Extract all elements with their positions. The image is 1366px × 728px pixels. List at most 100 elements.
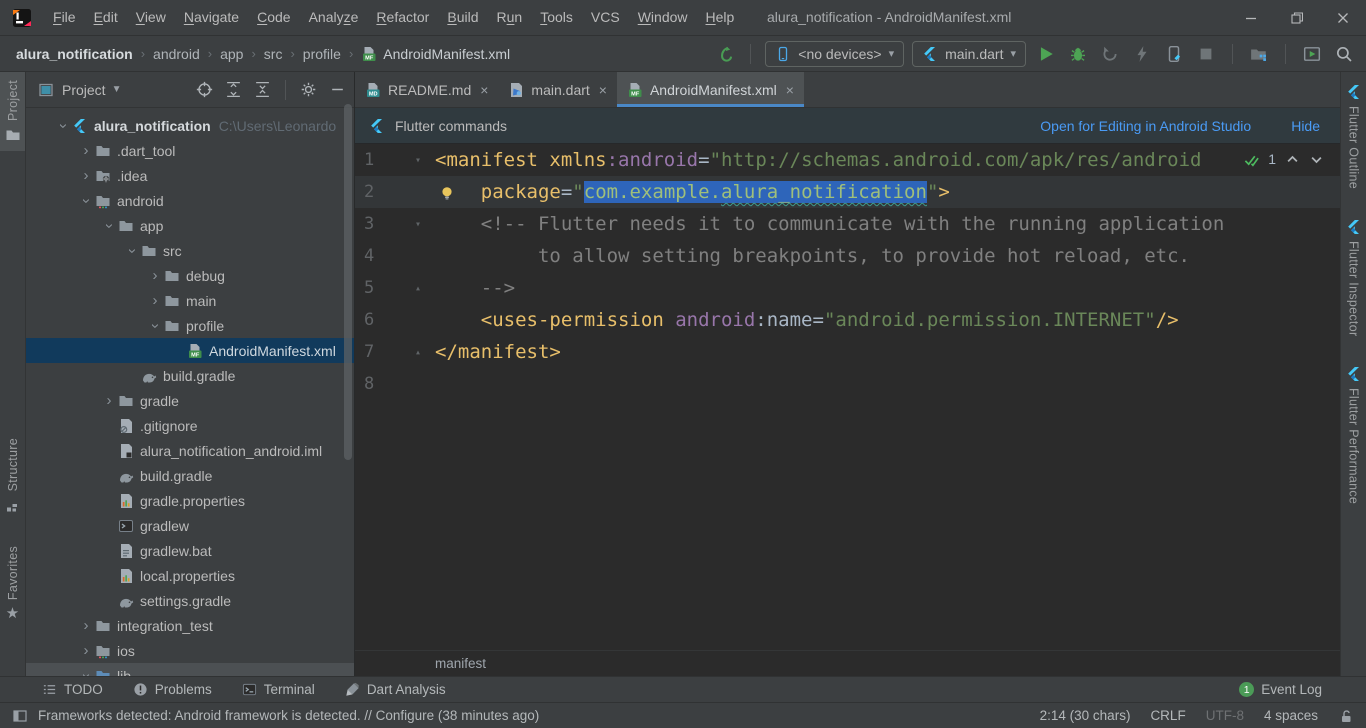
- menu-view[interactable]: View: [127, 0, 175, 35]
- tree-item-gradlew.bat[interactable]: gradlew.bat: [26, 538, 354, 563]
- stripe-button-project[interactable]: Project: [0, 72, 25, 151]
- tree-chevron-icon[interactable]: ›: [148, 317, 162, 335]
- tree-chevron-icon[interactable]: ›: [77, 169, 95, 183]
- breadcrumb-alura_notification[interactable]: alura_notification: [16, 46, 133, 62]
- stripe-button-flutter-performance[interactable]: Flutter Performance: [1341, 358, 1366, 512]
- tree-chevron-icon[interactable]: ›: [125, 242, 139, 260]
- tree-item-src[interactable]: ›src: [26, 238, 354, 263]
- encoding-widget[interactable]: UTF-8: [1206, 708, 1244, 723]
- flutter-attach-icon[interactable]: [712, 42, 736, 66]
- menu-help[interactable]: Help: [697, 0, 744, 35]
- tool-window-terminal[interactable]: Terminal: [242, 682, 315, 697]
- fold-marker-icon[interactable]: ▾: [412, 219, 424, 230]
- tool-window-dart-analysis[interactable]: Dart Analysis: [345, 682, 446, 697]
- tree-item-build.gradle[interactable]: build.gradle: [26, 463, 354, 488]
- breadcrumb-src[interactable]: src: [264, 46, 283, 62]
- run-config-selector[interactable]: main.dart ▾: [912, 41, 1026, 67]
- breadcrumb-profile[interactable]: profile: [303, 46, 341, 62]
- tree-item-integration_test[interactable]: ›integration_test: [26, 613, 354, 638]
- chevron-down-icon[interactable]: ▼: [112, 84, 122, 95]
- project-tree-scrollbar[interactable]: [344, 104, 352, 460]
- tab-main.dart[interactable]: main.dart×: [498, 72, 617, 107]
- tree-item-build.gradle[interactable]: build.gradle: [26, 363, 354, 388]
- tree-item-.dart_tool[interactable]: ›.dart_tool: [26, 138, 354, 163]
- fold-marker-icon[interactable]: ▴: [412, 283, 424, 294]
- restore-button[interactable]: [1274, 0, 1320, 35]
- tree-chevron-icon[interactable]: ›: [146, 269, 164, 283]
- tree-item-.idea[interactable]: ›.idea: [26, 163, 354, 188]
- tree-item-local.properties[interactable]: local.properties: [26, 563, 354, 588]
- debug-button[interactable]: [1066, 42, 1090, 66]
- tab-close-icon[interactable]: ×: [480, 82, 488, 98]
- tree-item-lib[interactable]: ›lib: [26, 663, 354, 676]
- stripe-button-flutter-inspector[interactable]: Flutter Inspector: [1341, 211, 1366, 344]
- tree-item-.gitignore[interactable]: .gitignore: [26, 413, 354, 438]
- hide-banner-link[interactable]: Hide: [1291, 118, 1320, 134]
- tab-readme.md[interactable]: MDREADME.md×: [355, 72, 498, 107]
- tool-window-problems[interactable]: Problems: [133, 682, 212, 697]
- breadcrumb-android[interactable]: android: [153, 46, 200, 62]
- tree-item-gradlew[interactable]: gradlew: [26, 513, 354, 538]
- tree-item-gradle.properties[interactable]: gradle.properties: [26, 488, 354, 513]
- run-button[interactable]: [1034, 42, 1058, 66]
- tool-window-toggle-icon[interactable]: [12, 708, 28, 724]
- menu-refactor[interactable]: Refactor: [367, 0, 438, 35]
- menu-vcs[interactable]: VCS: [582, 0, 629, 35]
- profile-button[interactable]: [1098, 42, 1122, 66]
- tree-chevron-icon[interactable]: ›: [79, 192, 93, 210]
- tree-item-alura_notification[interactable]: ›alura_notificationC:\Users\Leonardo: [26, 113, 354, 138]
- tree-item-settings.gradle[interactable]: settings.gradle: [26, 588, 354, 613]
- open-in-android-studio-link[interactable]: Open for Editing in Android Studio: [1040, 118, 1251, 134]
- stop-button[interactable]: [1194, 42, 1218, 66]
- fold-marker-icon[interactable]: ▾: [412, 155, 424, 166]
- tree-chevron-icon[interactable]: ›: [100, 394, 118, 408]
- avd-manager-icon[interactable]: [1300, 42, 1324, 66]
- unlock-icon[interactable]: [1338, 708, 1354, 724]
- tree-item-alura_notification_android.iml[interactable]: alura_notification_android.iml: [26, 438, 354, 463]
- menu-analyze[interactable]: Analyze: [300, 0, 368, 35]
- project-panel-title[interactable]: Project: [62, 82, 106, 98]
- gear-icon[interactable]: [300, 81, 317, 98]
- tree-chevron-icon[interactable]: ›: [77, 619, 95, 633]
- intention-bulb-icon[interactable]: [439, 184, 455, 200]
- locate-file-icon[interactable]: [196, 81, 213, 98]
- code-editor[interactable]: 1 1▾<manifest xmlns:android="http://sche…: [355, 144, 1340, 650]
- device-selector[interactable]: <no devices> ▾: [765, 41, 904, 67]
- tree-item-gradle[interactable]: ›gradle: [26, 388, 354, 413]
- tree-chevron-icon[interactable]: ›: [77, 644, 95, 658]
- breadcrumb-app[interactable]: app: [220, 46, 243, 62]
- tree-item-app[interactable]: ›app: [26, 213, 354, 238]
- breadcrumb-file[interactable]: MFAndroidManifest.xml: [361, 46, 510, 62]
- stripe-button-structure[interactable]: Structure: [0, 430, 25, 521]
- caret-position-widget[interactable]: 2:14 (30 chars): [1040, 708, 1131, 723]
- tab-close-icon[interactable]: ×: [786, 82, 794, 98]
- tree-item-AndroidManifest.xml[interactable]: MFAndroidManifest.xml: [26, 338, 354, 363]
- menu-build[interactable]: Build: [438, 0, 487, 35]
- line-ending-widget[interactable]: CRLF: [1150, 708, 1185, 723]
- hot-reload-icon[interactable]: [1130, 42, 1154, 66]
- close-button[interactable]: [1320, 0, 1366, 35]
- menu-tools[interactable]: Tools: [531, 0, 582, 35]
- hide-panel-icon[interactable]: [329, 81, 346, 98]
- expand-all-icon[interactable]: [225, 81, 242, 98]
- tab-close-icon[interactable]: ×: [599, 82, 607, 98]
- project-structure-icon[interactable]: [1247, 42, 1271, 66]
- collapse-all-icon[interactable]: [254, 81, 271, 98]
- tree-chevron-icon[interactable]: ›: [56, 117, 70, 135]
- tree-item-android[interactable]: ›android: [26, 188, 354, 213]
- menu-file[interactable]: File: [44, 0, 85, 35]
- search-everywhere-icon[interactable]: [1332, 42, 1356, 66]
- tree-item-profile[interactable]: ›profile: [26, 313, 354, 338]
- tree-item-main[interactable]: ›main: [26, 288, 354, 313]
- event-log-button[interactable]: 1 Event Log: [1239, 682, 1322, 697]
- menu-window[interactable]: Window: [629, 0, 697, 35]
- menu-run[interactable]: Run: [488, 0, 532, 35]
- tree-chevron-icon[interactable]: ›: [146, 294, 164, 308]
- menu-navigate[interactable]: Navigate: [175, 0, 248, 35]
- breadcrumb-manifest[interactable]: manifest: [435, 656, 486, 671]
- tree-chevron-icon[interactable]: ›: [102, 217, 116, 235]
- tree-item-debug[interactable]: ›debug: [26, 263, 354, 288]
- tree-item-ios[interactable]: ›ios: [26, 638, 354, 663]
- menu-code[interactable]: Code: [248, 0, 299, 35]
- tree-chevron-icon[interactable]: ›: [79, 667, 93, 677]
